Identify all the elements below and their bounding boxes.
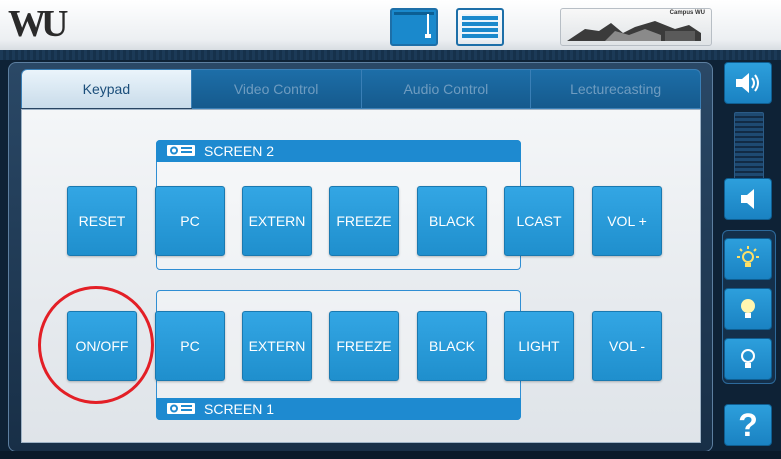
- tab-audio-control[interactable]: Audio Control: [361, 69, 532, 109]
- screen-1-extern-button[interactable]: EXTERN: [242, 311, 312, 381]
- main-panel: Keypad Video Control Audio Control Lectu…: [8, 62, 713, 452]
- tab-lecturecasting[interactable]: Lecturecasting: [531, 69, 701, 109]
- campus-label: Campus WU: [669, 10, 705, 16]
- light-on-button[interactable]: [724, 238, 772, 280]
- screen-1-pc-button[interactable]: PC: [155, 311, 225, 381]
- campus-building-icon: [567, 21, 701, 41]
- tab-video-control[interactable]: Video Control: [191, 69, 362, 109]
- volume-up-button[interactable]: VOL +: [592, 186, 662, 256]
- light-button[interactable]: LIGHT: [504, 311, 574, 381]
- campus-button[interactable]: Campus WU: [560, 8, 712, 46]
- light-dim-icon: [741, 299, 755, 318]
- light-off-icon: [741, 349, 755, 368]
- header-divider: [0, 50, 781, 60]
- wu-logo: WU: [8, 3, 68, 45]
- sidebar: ?: [720, 62, 776, 452]
- volume-up-icon: [736, 73, 759, 93]
- light-dim-button[interactable]: [724, 288, 772, 330]
- screen-2-black-button[interactable]: BLACK: [417, 186, 487, 256]
- tab-keypad[interactable]: Keypad: [21, 69, 192, 108]
- blinds-button[interactable]: [456, 8, 504, 46]
- light-off-button[interactable]: [724, 338, 772, 380]
- screen-2-title: SCREEN 2: [204, 143, 275, 159]
- volume-level-meter: [734, 112, 764, 186]
- screen-2-header: SCREEN 2: [156, 140, 521, 162]
- volume-down-icon: [741, 189, 754, 209]
- projector-icon: [167, 145, 195, 156]
- keypad-area: SCREEN 2 SCREEN 1 RESET PC EXTERN FREEZE…: [21, 109, 701, 443]
- screen-1-freeze-button[interactable]: FREEZE: [329, 311, 399, 381]
- on-off-button[interactable]: ON/OFF: [67, 311, 137, 381]
- top-bar: WU Campus WU: [0, 0, 781, 51]
- help-button[interactable]: ?: [724, 404, 772, 446]
- volume-down-side-button[interactable]: [724, 178, 772, 220]
- screen-2-extern-button[interactable]: EXTERN: [242, 186, 312, 256]
- screen-1-black-button[interactable]: BLACK: [417, 311, 487, 381]
- screen-2-freeze-button[interactable]: FREEZE: [329, 186, 399, 256]
- volume-up-side-button[interactable]: [724, 62, 772, 104]
- help-icon: ?: [738, 407, 758, 443]
- bottom-strip: [0, 451, 781, 459]
- screen-up-button[interactable]: [390, 8, 438, 46]
- screen-1-title: SCREEN 1: [204, 401, 275, 417]
- volume-down-button[interactable]: VOL -: [592, 311, 662, 381]
- tab-bar: Keypad Video Control Audio Control Lectu…: [21, 69, 701, 109]
- screen-2-pc-button[interactable]: PC: [155, 186, 225, 256]
- light-on-icon: [737, 246, 759, 267]
- reset-button[interactable]: RESET: [67, 186, 137, 256]
- projector-icon: [167, 403, 195, 414]
- screen-1-header: SCREEN 1: [156, 398, 521, 420]
- lcast-button[interactable]: LCAST: [504, 186, 574, 256]
